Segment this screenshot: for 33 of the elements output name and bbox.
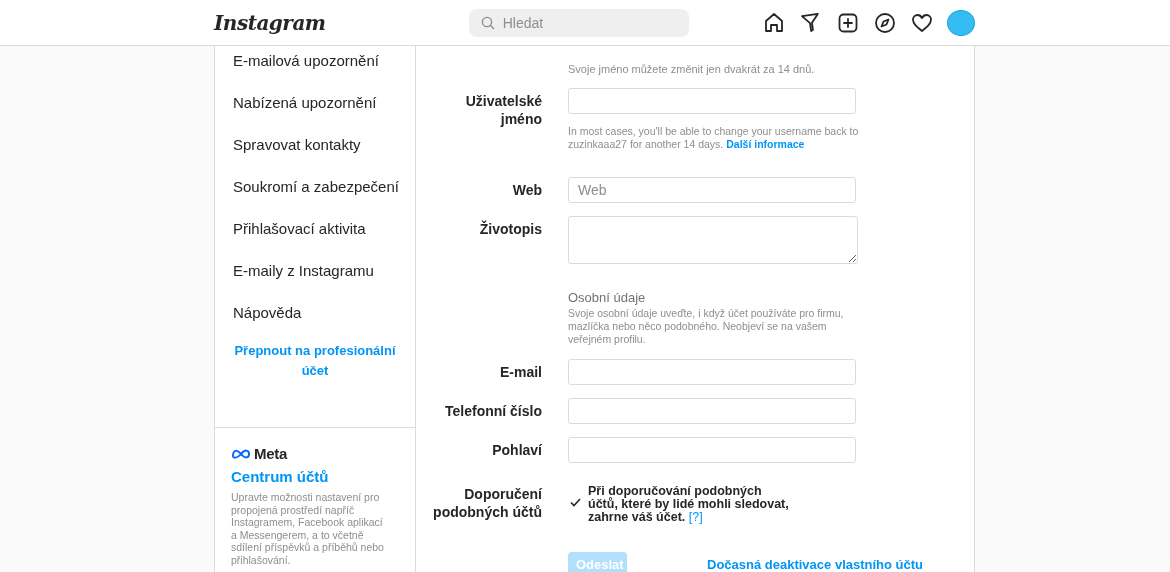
sidebar-item[interactable]: Nápověda [215, 298, 415, 340]
input-field[interactable] [568, 437, 856, 463]
section-description: Svoje osobní údaje uveďte, i když účet používáte pro firmu, mazlíčka nebo něco podobného. Neobjeví se na vašem veřejném profilu. [568, 307, 845, 346]
input-field[interactable] [568, 359, 856, 385]
search-field[interactable]: Hledat [468, 8, 689, 37]
input-field[interactable] [568, 88, 856, 114]
sidebar-item[interactable]: Spravovat kontakty [215, 130, 415, 172]
help-text: In most cases, you'll be able to change your username back to zuzinkaaa27 for another 14 days. Další informace [568, 125, 860, 151]
accounts-center-description: Upravte možnosti nastavení pro propojená prostředí napříč Instagramem, Facebook aplikací a Messengerem, a to včetně sdílení příspěvků a příběhů nebo přihlašování. [231, 491, 385, 566]
field-label: Pohlaví [491, 441, 542, 460]
avatar[interactable] [947, 9, 975, 36]
sidebar-item[interactable]: E-maily z Instagramu [215, 256, 415, 298]
checkbox-text: Při doporučování podobných účtů, které by lidé mohli sledovat, zahrne váš účet. [?] [588, 483, 790, 524]
logo[interactable]: Instagram [214, 10, 326, 35]
name-change-note: Svoje jméno můžete změnit jen dvakrát za 14 dnů. [568, 63, 816, 75]
meta-logo: Meta [231, 445, 391, 462]
field-label: Web [511, 181, 542, 200]
sidebar-item[interactable]: Nabízená upozornění [215, 88, 415, 130]
input-field[interactable]: Web [568, 177, 856, 203]
sidebar-item[interactable]: Soukromí a zabezpečení [215, 172, 415, 214]
field-label: Uživatelské jméno [464, 92, 542, 129]
home-icon[interactable] [762, 10, 786, 35]
field-label: Životopis [478, 219, 542, 239]
input-field[interactable] [568, 398, 856, 424]
field-label: E-mail [499, 363, 542, 382]
search-icon [480, 15, 495, 30]
compass-icon[interactable] [873, 10, 897, 35]
sidebar-item[interactable]: E-mailová upozornění [215, 46, 415, 88]
field-label: Telefonní číslo [444, 402, 542, 421]
section-title: Osobní údaje [568, 289, 647, 307]
bio-field[interactable] [568, 216, 858, 264]
sidebar-item[interactable]: Přihlašovací aktivita [215, 214, 415, 256]
field-label: Doporučení podobných účtů [432, 485, 542, 522]
